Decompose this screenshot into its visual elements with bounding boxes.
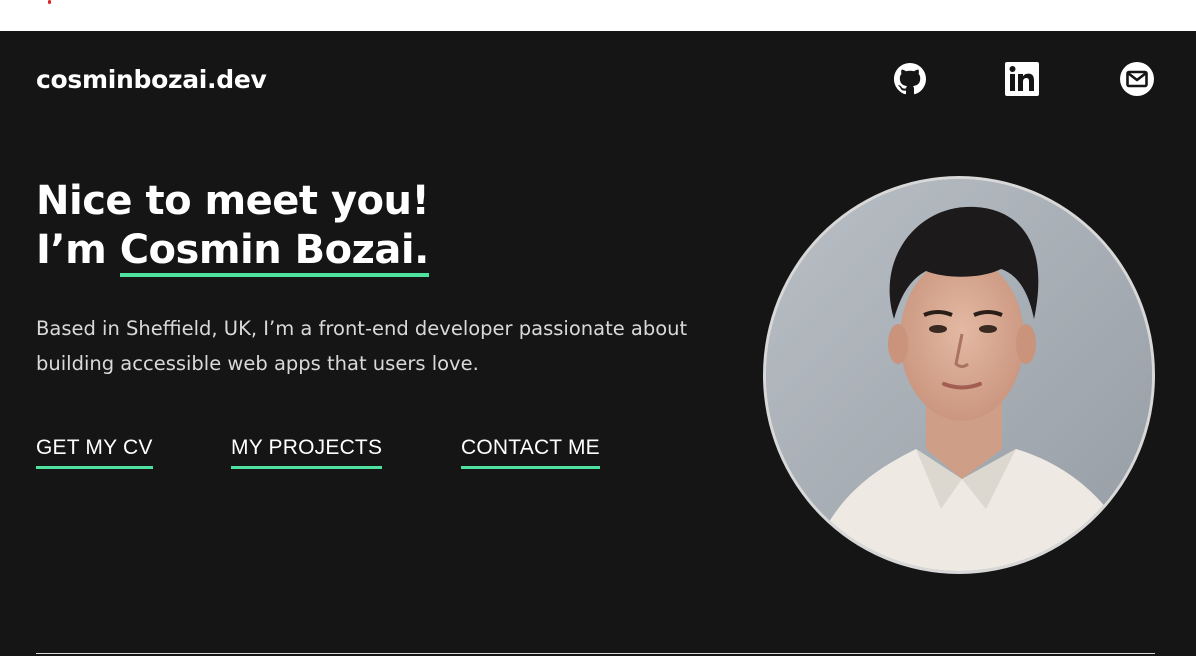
profile-photo: [763, 176, 1155, 574]
mail-icon: [1120, 62, 1154, 96]
linkedin-icon: [1005, 62, 1039, 96]
section-divider: [36, 653, 1155, 654]
red-indicator-dot: [48, 0, 51, 4]
contact-me-button[interactable]: CONTACT ME: [461, 436, 600, 469]
hero-section: cosminbozai.dev Nice to meet you! I’m Co…: [0, 31, 1196, 656]
my-projects-button[interactable]: MY PROJECTS: [231, 436, 383, 469]
mail-link[interactable]: [1119, 61, 1155, 97]
hero-heading: Nice to meet you! I’m Cosmin Bozai.: [36, 177, 430, 277]
get-cv-button[interactable]: GET MY CV: [36, 436, 153, 469]
hero-name: Cosmin Bozai.: [119, 227, 429, 277]
hero-description: Based in Sheffield, UK, I’m a front-end …: [36, 317, 688, 375]
heading-prefix: I’m: [36, 227, 120, 273]
github-link[interactable]: [892, 61, 928, 97]
github-icon: [894, 63, 926, 95]
linkedin-link[interactable]: [1004, 61, 1040, 97]
heading-line-1: Nice to meet you!: [36, 178, 430, 224]
browser-top-strip: [0, 0, 1196, 31]
site-logo[interactable]: cosminbozai.dev: [36, 65, 267, 94]
